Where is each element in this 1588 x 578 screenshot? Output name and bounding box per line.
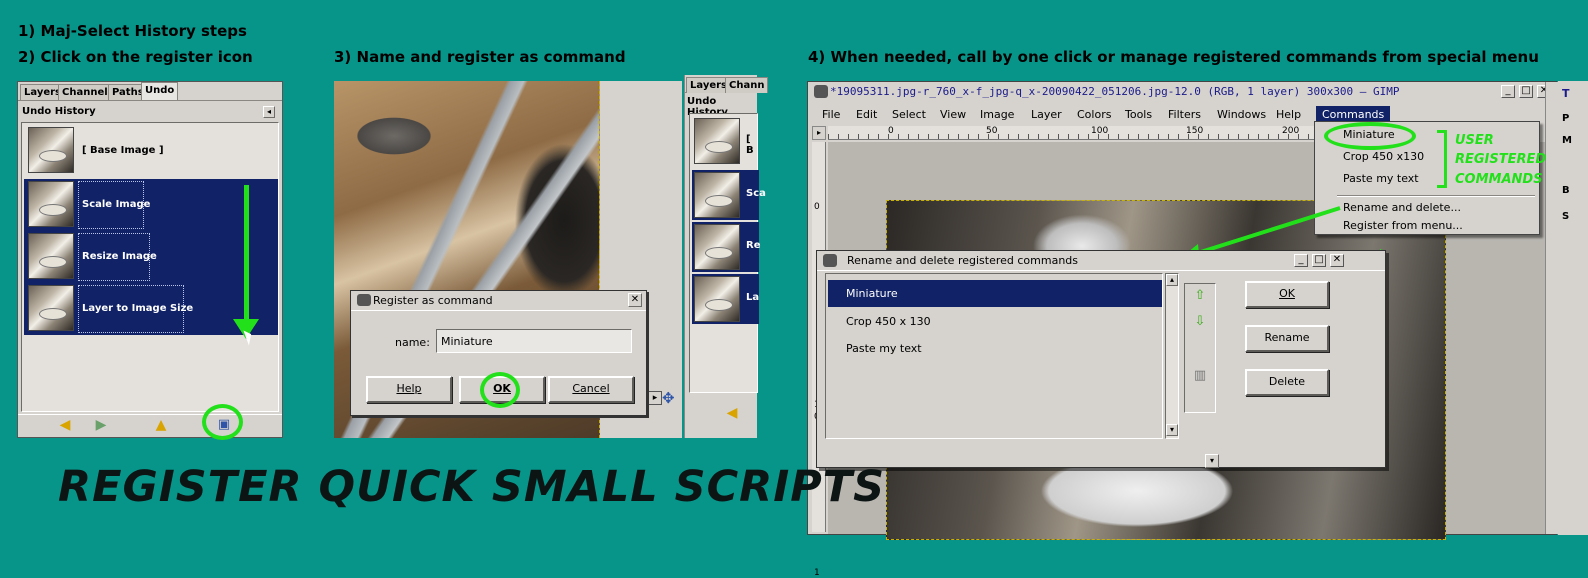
maximize-icon[interactable]: □ — [1519, 85, 1533, 98]
scroll-down-icon[interactable]: ▾ — [1205, 454, 1219, 468]
history-thumbnail — [28, 233, 74, 279]
trash-icon[interactable]: ▥ — [1191, 368, 1209, 383]
gimp-logo-icon — [357, 294, 371, 306]
undo-icon[interactable]: ◀ — [56, 417, 74, 433]
toolbox-dock-strip: T P M B S — [1558, 81, 1588, 535]
undo-history-title: Undo History — [22, 106, 96, 117]
dock-tabs: Layers Channels Paths Undo — [18, 82, 282, 101]
redo-icon[interactable]: ▶ — [92, 417, 110, 433]
delete-button[interactable]: Delete — [1245, 369, 1329, 396]
cancel-button[interactable]: Cancel — [548, 376, 634, 403]
miniature-highlight — [1324, 122, 1416, 150]
step-4-caption: 4) When needed, call by one click or man… — [808, 48, 1539, 66]
menu-help[interactable]: Help — [1272, 106, 1305, 124]
list-item-paste-text[interactable]: Paste my text — [828, 335, 1162, 362]
ok-button-highlight — [480, 372, 520, 408]
annotation-registered: REGISTERED — [1455, 152, 1547, 167]
step-3-caption: 3) Name and register as command — [334, 48, 626, 66]
history-item-base[interactable]: [ B — [692, 116, 759, 166]
dialog-titlebar: Register as command ✕ — [351, 291, 646, 311]
menu-layer[interactable]: Layer — [1027, 106, 1066, 124]
undo-icon[interactable]: ◀ — [723, 405, 741, 421]
menu-colors[interactable]: Colors — [1073, 106, 1115, 124]
dock-tabs: Layers Chann — [685, 75, 769, 93]
menu-file[interactable]: File — [818, 106, 844, 124]
name-label: name: — [395, 336, 430, 349]
rename-button[interactable]: Rename — [1245, 325, 1329, 352]
scroll-down-icon[interactable]: ▾ — [1166, 424, 1178, 436]
history-item-scale[interactable]: Scale Image — [24, 179, 278, 231]
history-item-resize[interactable]: Resize Image — [24, 231, 278, 283]
undo-history-panel-cropped: Layers Chann Undo History [ B Sca Re La … — [684, 75, 769, 438]
history-item-label: [ Base Image ] — [82, 145, 164, 156]
close-icon[interactable]: ✕ — [1330, 254, 1344, 267]
right-dock-strip — [1545, 82, 1559, 534]
green-arrow-shaft — [244, 185, 249, 325]
scroll-up-icon[interactable]: ▴ — [1166, 274, 1178, 286]
menu-filters[interactable]: Filters — [1164, 106, 1205, 124]
minimize-icon[interactable]: _ — [1294, 254, 1308, 267]
horizontal-ruler: 0 50 100 150 200 — [828, 126, 1318, 140]
list-scrollbar[interactable]: ▴ ▾ — [1165, 273, 1179, 439]
menu-view[interactable]: View — [936, 106, 970, 124]
annotation-user: USER — [1455, 133, 1494, 148]
close-icon[interactable]: ✕ — [628, 293, 642, 307]
tab-channels[interactable]: Chann — [725, 77, 769, 93]
menu-edit[interactable]: Edit — [852, 106, 881, 124]
green-bracket — [1437, 130, 1447, 188]
dialog-title: Rename and delete registered commands — [847, 254, 1079, 267]
ok-button[interactable]: OK — [1245, 281, 1329, 308]
window-title: *19095311.jpg-r_760_x-f_jpg-q_x-20090422… — [830, 85, 1400, 98]
move-up-icon[interactable]: ⇧ — [1191, 288, 1209, 303]
move-down-icon[interactable]: ⇩ — [1191, 314, 1209, 329]
step-1-caption: 1) Maj-Select History steps — [18, 22, 247, 40]
maximize-icon[interactable]: □ — [1312, 254, 1326, 267]
headline: REGISTER QUICK SMALL SCRIPTS — [58, 462, 886, 512]
history-item-resize[interactable]: Re — [692, 222, 760, 272]
gimp-logo-icon — [814, 85, 828, 98]
minimize-icon[interactable]: _ — [1501, 85, 1515, 98]
scroll-right-arrow-icon[interactable]: ▸ — [648, 391, 662, 405]
history-thumbnail — [28, 181, 74, 227]
dialog-titlebar: Rename and delete registered commands _ … — [817, 251, 1385, 271]
undo-history-list: [ Base Image ] Scale Image Resize Image … — [21, 122, 279, 412]
registered-commands-list: Miniature Crop 450 x 130 Paste my text — [825, 273, 1163, 439]
history-thumbnail — [28, 285, 74, 331]
clear-history-icon[interactable]: ▲ — [152, 417, 170, 433]
register-icon-highlight — [202, 404, 243, 440]
help-button[interactable]: Help — [366, 376, 452, 403]
history-item-layer[interactable]: La — [692, 274, 759, 324]
window-titlebar: *19095311.jpg-r_760_x-f_jpg-q_x-20090422… — [808, 82, 1556, 102]
undo-history-list: [ B Sca Re La — [689, 113, 766, 393]
history-item-label: Scale Image — [82, 199, 151, 210]
tab-undo[interactable]: Undo — [141, 82, 179, 100]
history-item-label: Resize Image — [82, 251, 157, 262]
panel-menu-arrow-icon[interactable]: ◂ — [263, 106, 275, 118]
menu-windows[interactable]: Windows — [1213, 106, 1270, 124]
dialog-title: Register as command — [373, 294, 493, 307]
name-field[interactable]: Miniature — [436, 329, 632, 353]
rename-delete-dialog: Rename and delete registered commands _ … — [816, 250, 1386, 468]
annotation-commands: COMMANDS — [1455, 172, 1543, 187]
navigate-icon[interactable]: ✥ — [662, 391, 675, 406]
list-item-miniature[interactable]: Miniature — [828, 280, 1162, 307]
menu-select[interactable]: Select — [888, 106, 930, 124]
history-item-scale[interactable]: Sca — [692, 170, 766, 220]
history-item-base[interactable]: [ Base Image ] — [24, 125, 278, 177]
quick-mask-menu-icon[interactable]: ▸ — [812, 126, 826, 140]
undo-history-panel: Layers Channels Paths Undo Undo History … — [17, 81, 283, 438]
step-2-caption: 2) Click on the register icon — [18, 48, 253, 66]
history-thumbnail — [28, 127, 74, 173]
gimp-logo-icon — [823, 254, 837, 267]
history-item-label: Layer to Image Size — [82, 303, 194, 314]
menu-image[interactable]: Image — [976, 106, 1018, 124]
list-item-crop[interactable]: Crop 450 x 130 — [828, 308, 1162, 335]
reorder-column: ⇧ ⇩ ▥ — [1184, 283, 1216, 413]
menu-tools[interactable]: Tools — [1121, 106, 1156, 124]
